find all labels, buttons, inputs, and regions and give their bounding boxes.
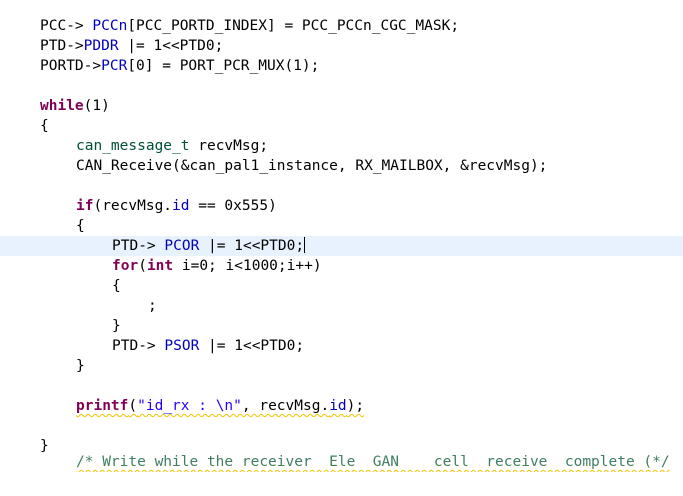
code-text: recvMsg; bbox=[189, 138, 269, 154]
code-line[interactable]: { bbox=[0, 216, 683, 236]
code-line[interactable]: } bbox=[0, 356, 683, 376]
keyword-token: if bbox=[76, 198, 94, 214]
code-text: ; bbox=[148, 298, 157, 314]
code-line[interactable]: can_message_t recvMsg; bbox=[0, 136, 683, 156]
code-line-partial[interactable]: /* Write while the receiver Ele GAN cell… bbox=[0, 452, 683, 472]
code-line[interactable]: PTD->PDDR |= 1<<PTD0; bbox=[0, 36, 683, 56]
text-caret bbox=[304, 237, 306, 253]
type-token: can_message_t bbox=[76, 138, 190, 154]
function-token: printf bbox=[76, 398, 129, 414]
code-text: |= 1<<PTD0; bbox=[199, 238, 305, 254]
current-code-line[interactable]: PTD-> PCOR |= 1<<PTD0; bbox=[0, 236, 683, 256]
code-text: [0] = PORT_PCR_MUX(1); bbox=[127, 58, 320, 74]
code-text: (1) bbox=[83, 98, 110, 114]
code-line[interactable]: PORTD->PCR[0] = PORT_PCR_MUX(1); bbox=[0, 56, 683, 76]
code-text: |= 1<<PTD0; bbox=[118, 38, 224, 54]
code-text: PTD-> bbox=[112, 238, 165, 254]
code-editor[interactable]: PCC-> PCCn[PCC_PORTD_INDEX] = PCC_PCCn_C… bbox=[0, 0, 683, 470]
code-line[interactable]: { bbox=[0, 116, 683, 136]
field-token: PSOR bbox=[164, 338, 200, 354]
field-token: PCCn bbox=[92, 18, 128, 34]
string-token: "id_rx : \n" bbox=[137, 398, 242, 414]
code-text: { bbox=[112, 278, 121, 294]
code-text: |= 1<<PTD0; bbox=[199, 338, 305, 354]
code-text: CAN_Receive(&can_pal1_instance, RX_MAILB… bbox=[76, 158, 548, 174]
code-text: [PCC_PORTD_INDEX] = PCC_PCCn_CGC_MASK; bbox=[127, 18, 460, 34]
code-text: PTD-> bbox=[112, 338, 165, 354]
field-token: PDDR bbox=[83, 38, 119, 54]
code-line[interactable]: CAN_Receive(&can_pal1_instance, RX_MAILB… bbox=[0, 156, 683, 176]
keyword-token: while bbox=[40, 98, 84, 114]
code-line[interactable]: printf("id_rx : \n", recvMsg.id); bbox=[0, 396, 683, 416]
field-token: id bbox=[172, 198, 190, 214]
code-text: i=0; i<1000;i++) bbox=[173, 258, 322, 274]
code-text: , recvMsg. bbox=[241, 398, 330, 414]
code-text: { bbox=[76, 218, 85, 234]
code-text: ( bbox=[128, 398, 138, 414]
field-token: PCR bbox=[101, 58, 128, 74]
code-text: { bbox=[40, 118, 49, 134]
code-text: PCC-> bbox=[40, 18, 93, 34]
code-line[interactable]: ; bbox=[0, 296, 683, 316]
code-line[interactable]: PTD-> PSOR |= 1<<PTD0; bbox=[0, 336, 683, 356]
code-line[interactable]: { bbox=[0, 276, 683, 296]
code-text: == 0x555) bbox=[189, 198, 277, 214]
code-text: PORTD-> bbox=[40, 58, 102, 74]
code-text: ); bbox=[346, 398, 365, 414]
keyword-token: int bbox=[146, 258, 174, 274]
code-line[interactable]: } bbox=[0, 316, 683, 336]
code-line[interactable]: PCC-> PCCn[PCC_PORTD_INDEX] = PCC_PCCn_C… bbox=[0, 16, 683, 36]
keyword-token: for bbox=[112, 258, 139, 274]
code-text: ( bbox=[138, 258, 147, 274]
code-line[interactable]: for(int i=0; i<1000;i++) bbox=[0, 256, 683, 276]
code-text: } bbox=[76, 358, 85, 374]
field-token: id bbox=[329, 398, 347, 414]
code-line[interactable]: if(recvMsg.id == 0x555) bbox=[0, 196, 683, 216]
code-text: } bbox=[112, 318, 121, 334]
code-text: (recvMsg. bbox=[93, 198, 173, 214]
field-token: PCOR bbox=[164, 238, 200, 254]
code-text: PTD-> bbox=[40, 38, 84, 54]
code-line[interactable]: while(1) bbox=[0, 96, 683, 116]
comment-token: /* Write while the receiver Ele GAN cell… bbox=[76, 454, 670, 470]
